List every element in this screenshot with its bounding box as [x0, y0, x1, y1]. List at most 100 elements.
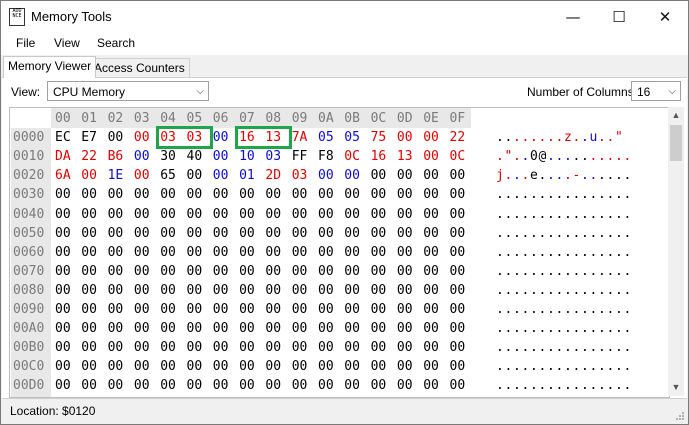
hex-byte[interactable]: 00 [134, 262, 150, 281]
hex-byte[interactable]: 00 [344, 185, 360, 204]
hex-byte[interactable]: 00 [108, 262, 124, 281]
hex-byte[interactable]: 00 [213, 262, 229, 281]
hex-byte[interactable]: 00 [292, 185, 308, 204]
hex-byte[interactable]: 00 [239, 376, 255, 395]
hex-byte[interactable]: 00 [371, 224, 387, 243]
hex-byte[interactable]: 0C [344, 147, 360, 166]
hex-byte[interactable]: 00 [292, 205, 308, 224]
hex-byte[interactable]: 00 [134, 357, 150, 376]
hex-byte[interactable]: 00 [265, 224, 281, 243]
hex-viewer[interactable]: 00 01 02 03 04 05 06 07 08 09 0A 0B 0C 0D 0E 0F 0000 EC E7… [9, 107, 670, 398]
hex-byte[interactable]: 00 [239, 262, 255, 281]
hex-byte[interactable]: 00 [450, 185, 466, 204]
hex-byte[interactable]: 00 [187, 185, 203, 204]
hex-byte[interactable]: 00 [81, 205, 97, 224]
hex-byte[interactable]: 1E [108, 166, 124, 185]
hex-byte[interactable]: 00 [397, 262, 413, 281]
hex-byte[interactable]: 00 [134, 128, 150, 147]
hex-byte[interactable]: 00 [450, 300, 466, 319]
hex-byte[interactable]: E7 [81, 128, 97, 147]
hex-byte[interactable]: 00 [450, 357, 466, 376]
hex-byte[interactable]: 00 [213, 357, 229, 376]
scroll-up-icon[interactable]: ▲ [668, 107, 684, 124]
hex-byte[interactable]: 00 [134, 338, 150, 357]
hex-byte[interactable]: 00 [187, 262, 203, 281]
hex-byte[interactable]: 00 [134, 300, 150, 319]
hex-byte[interactable]: 00 [344, 376, 360, 395]
hex-byte[interactable]: 2D [265, 166, 281, 185]
hex-byte[interactable]: B6 [108, 147, 124, 166]
hex-byte[interactable]: 00 [213, 185, 229, 204]
hex-byte[interactable]: 00 [213, 243, 229, 262]
hex-byte[interactable]: 00 [397, 185, 413, 204]
hex-byte[interactable]: 00 [81, 166, 97, 185]
hex-byte[interactable]: 00 [160, 300, 176, 319]
hex-byte[interactable]: 00 [318, 281, 334, 300]
hex-byte[interactable]: 00 [187, 319, 203, 338]
vertical-scrollbar[interactable]: ▲ ▼ [668, 107, 684, 396]
hex-byte[interactable]: 00 [187, 300, 203, 319]
hex-byte[interactable]: 00 [213, 281, 229, 300]
hex-byte[interactable]: 00 [108, 338, 124, 357]
hex-byte[interactable]: 00 [187, 338, 203, 357]
hex-byte[interactable]: 01 [239, 166, 255, 185]
hex-byte[interactable]: 00 [108, 224, 124, 243]
hex-byte[interactable]: 22 [450, 128, 466, 147]
hex-byte[interactable]: 00 [371, 319, 387, 338]
minimize-button[interactable]: — [550, 1, 596, 32]
hex-byte[interactable]: 00 [265, 262, 281, 281]
hex-byte[interactable]: 00 [160, 319, 176, 338]
hex-byte[interactable]: 00 [187, 224, 203, 243]
hex-byte[interactable]: 00 [450, 281, 466, 300]
hex-byte[interactable]: 00 [160, 376, 176, 395]
columns-select[interactable]: 16 ⌵ [631, 81, 681, 101]
hex-byte[interactable]: FF [292, 147, 308, 166]
hex-byte[interactable]: 00 [423, 281, 439, 300]
hex-byte[interactable]: 00 [371, 243, 387, 262]
hex-byte[interactable]: 00 [344, 338, 360, 357]
hex-byte[interactable]: 00 [213, 319, 229, 338]
hex-byte[interactable]: 00 [318, 205, 334, 224]
hex-byte[interactable]: 00 [81, 243, 97, 262]
hex-byte[interactable]: 00 [108, 376, 124, 395]
hex-byte[interactable]: 00 [108, 357, 124, 376]
hex-byte[interactable]: 00 [134, 205, 150, 224]
hex-byte[interactable]: 22 [81, 147, 97, 166]
hex-byte[interactable]: 00 [292, 338, 308, 357]
hex-byte[interactable]: EC [55, 128, 71, 147]
hex-byte[interactable]: 0C [450, 147, 466, 166]
hex-byte[interactable]: 00 [213, 205, 229, 224]
hex-byte[interactable]: 00 [213, 338, 229, 357]
hex-byte[interactable]: 65 [160, 166, 176, 185]
hex-byte[interactable]: 00 [55, 319, 71, 338]
hex-byte[interactable]: 00 [187, 357, 203, 376]
hex-byte[interactable]: 00 [265, 205, 281, 224]
hex-byte[interactable]: 00 [397, 166, 413, 185]
hex-byte[interactable]: 00 [265, 281, 281, 300]
hex-byte[interactable]: 00 [450, 376, 466, 395]
hex-byte[interactable]: 00 [55, 357, 71, 376]
hex-byte[interactable]: 00 [371, 281, 387, 300]
hex-byte[interactable]: 00 [108, 319, 124, 338]
hex-byte[interactable]: 05 [318, 128, 334, 147]
hex-byte[interactable]: 00 [344, 205, 360, 224]
hex-byte[interactable]: 00 [423, 338, 439, 357]
hex-byte[interactable]: 00 [239, 243, 255, 262]
hex-byte[interactable]: 00 [239, 319, 255, 338]
hex-byte[interactable]: 00 [292, 281, 308, 300]
hex-byte[interactable]: 00 [371, 338, 387, 357]
hex-byte[interactable]: 00 [265, 319, 281, 338]
hex-byte[interactable]: 00 [371, 185, 387, 204]
hex-byte[interactable]: 00 [423, 185, 439, 204]
hex-byte[interactable]: 00 [423, 205, 439, 224]
menu-view[interactable]: View [54, 36, 80, 50]
maximize-button[interactable]: ☐ [596, 1, 642, 32]
hex-byte[interactable]: 00 [423, 319, 439, 338]
hex-byte[interactable]: 00 [292, 224, 308, 243]
hex-byte[interactable]: 75 [371, 128, 387, 147]
hex-byte[interactable]: 00 [397, 376, 413, 395]
hex-byte[interactable]: 00 [318, 243, 334, 262]
hex-byte[interactable]: 00 [134, 166, 150, 185]
menu-search[interactable]: Search [97, 36, 135, 50]
hex-byte[interactable]: 05 [344, 128, 360, 147]
